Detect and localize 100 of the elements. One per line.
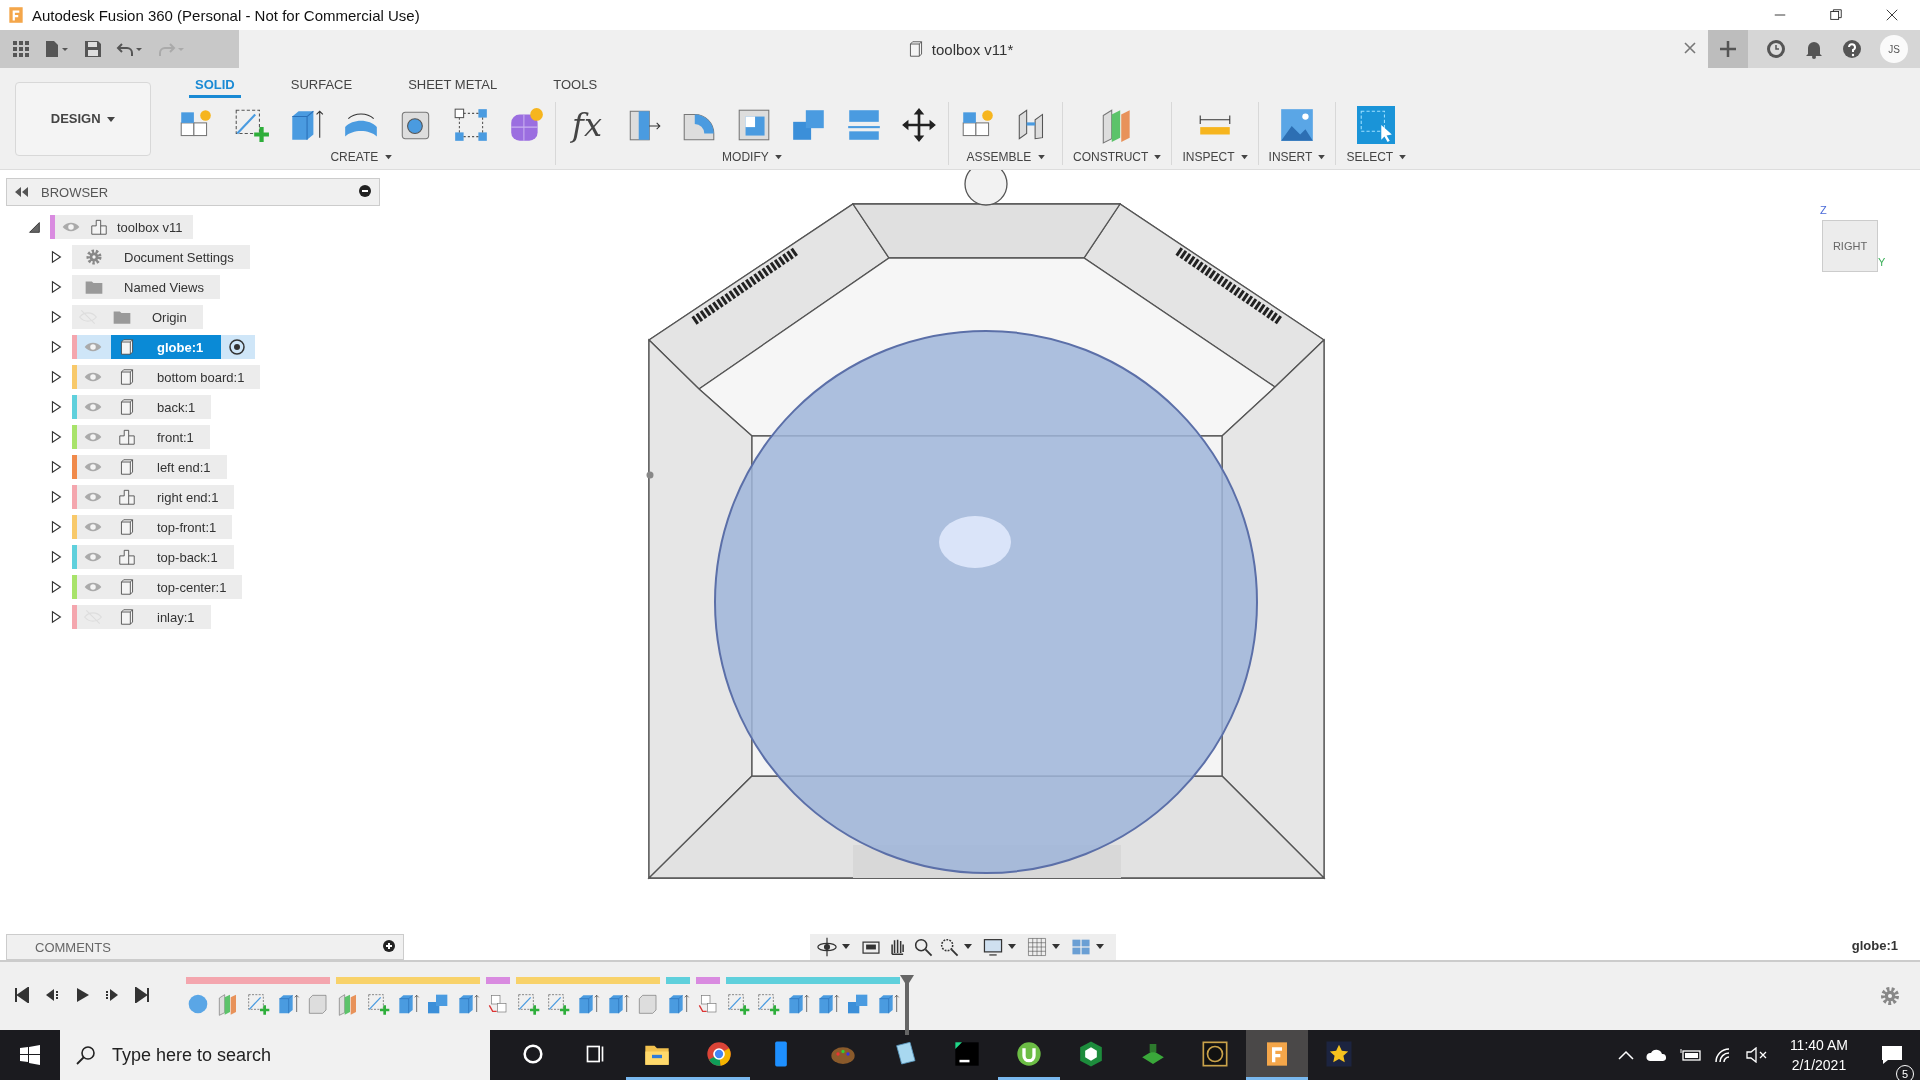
timeline-marker[interactable] (900, 974, 914, 1035)
caret-icon[interactable] (842, 944, 850, 950)
tree-item[interactable]: top-front:1 (77, 515, 233, 539)
bell-icon[interactable] (1804, 39, 1824, 59)
battery-icon[interactable] (1679, 1048, 1702, 1062)
selection-status: globe:1 (1851, 938, 1898, 953)
user-avatar[interactable]: JS (1880, 35, 1908, 63)
tree-label: top-front:1 (157, 519, 217, 535)
tree-label: Document Settings (124, 249, 234, 265)
new-tab-button[interactable] (1708, 30, 1748, 68)
tree-label: top-center:1 (157, 579, 227, 595)
component-icon (117, 427, 137, 447)
app-icon (6, 5, 26, 25)
sketch-plus-icon[interactable] (546, 991, 570, 1016)
caret-icon[interactable] (964, 944, 972, 950)
select-icon[interactable] (1357, 106, 1396, 144)
display-icon[interactable] (982, 936, 1004, 958)
chevron-up-icon[interactable] (1617, 1050, 1634, 1060)
tree-label: bottom board:1 (157, 369, 245, 385)
tree-item[interactable]: globe:1 (77, 335, 256, 359)
group-menu[interactable]: SELECT (1346, 150, 1407, 164)
tree-item[interactable]: inlay:1 (77, 605, 211, 629)
tree-label: top-back:1 (157, 549, 218, 565)
group-menu[interactable]: CREATE (330, 150, 392, 164)
tree-item[interactable]: right end:1 (77, 485, 235, 509)
sketch-plus-icon[interactable] (516, 991, 540, 1016)
add-icon[interactable] (383, 939, 395, 955)
caret-icon (1399, 155, 1407, 161)
settings-icon[interactable] (1878, 984, 1902, 1008)
activate-radio-icon[interactable] (229, 339, 246, 355)
tree-item[interactable]: front:1 (77, 425, 210, 449)
collapse-triangle-icon[interactable] (26, 219, 42, 235)
caret-icon[interactable] (1008, 944, 1016, 950)
group-menu[interactable]: CONSTRUCT (1073, 150, 1162, 164)
axis-label: Z (1820, 204, 1827, 216)
muted-speaker-icon[interactable] (1745, 1047, 1768, 1063)
move-arrows-icon[interactable] (900, 106, 938, 144)
sketch-plus-icon[interactable] (246, 991, 270, 1016)
tree-item[interactable]: toolbox v11 (55, 215, 193, 239)
ribbon-tab[interactable]: SURFACE (284, 74, 359, 98)
caret-icon[interactable] (1052, 944, 1060, 950)
file-icon[interactable] (44, 40, 70, 58)
browser-title: BROWSER (41, 184, 109, 200)
search-icon (76, 1045, 96, 1065)
caret-icon[interactable] (1096, 944, 1104, 950)
component-icon (117, 547, 137, 567)
minus-icon[interactable] (359, 184, 371, 200)
sketch-plus-icon[interactable] (756, 991, 780, 1016)
tree-item[interactable]: bottom board:1 (77, 365, 261, 389)
search-input[interactable]: Type here to search (110, 1043, 474, 1067)
zoom-icon[interactable] (912, 936, 934, 958)
fit-icon[interactable] (938, 936, 960, 958)
tree-item[interactable]: back:1 (77, 395, 212, 419)
help-icon[interactable] (1842, 39, 1862, 59)
sketch-plus-icon[interactable] (726, 991, 750, 1016)
plus-icon (1719, 40, 1737, 58)
caret-icon (774, 155, 782, 161)
caret-icon (1037, 155, 1045, 161)
tree-item[interactable]: Named Views (72, 275, 220, 299)
cube-face-label: RIGHT (1822, 220, 1878, 272)
skip-end-icon[interactable] (134, 986, 150, 1006)
ribbon-tab[interactable]: SHEET METAL (402, 74, 504, 98)
clock-icon[interactable] (1766, 39, 1786, 59)
orbit-icon[interactable] (816, 936, 838, 958)
gear-icon (84, 247, 104, 267)
clock-time[interactable]: 11:40 AM (1789, 1035, 1848, 1055)
tree-label: back:1 (157, 399, 196, 415)
tree-item[interactable]: left end:1 (77, 455, 227, 479)
notification-count: 5 (1896, 1065, 1914, 1080)
search-bar[interactable]: Type here to search (60, 1030, 490, 1080)
tree-label: globe:1 (157, 339, 204, 355)
workspace-dropdown[interactable]: DESIGN (15, 81, 151, 156)
ribbon-tab[interactable]: TOOLS (547, 74, 604, 98)
group-menu[interactable]: INSPECT (1182, 150, 1248, 164)
collapse-icon[interactable] (15, 184, 29, 200)
save-icon[interactable] (84, 40, 102, 58)
pattern-icon[interactable] (452, 106, 490, 144)
skip-start-icon[interactable] (14, 986, 30, 1006)
group-menu[interactable]: ASSEMBLE (966, 150, 1045, 164)
component-icon (89, 217, 109, 237)
undo-icon[interactable] (116, 40, 144, 58)
tree-item[interactable]: top-center:1 (77, 575, 243, 599)
caret-icon (1318, 155, 1326, 161)
axis-label: Y (1878, 256, 1886, 268)
document-title: toolbox v11* (931, 40, 1014, 58)
sketch-plus-icon[interactable] (366, 991, 390, 1016)
window-title: Autodesk Fusion 360 (Personal - Not for Commercial Use) (32, 6, 420, 24)
taskbar-app-icon[interactable] (1246, 1030, 1308, 1080)
restore-icon[interactable] (1829, 8, 1843, 22)
tree-item[interactable]: Document Settings (72, 245, 250, 269)
tree-item[interactable]: Origin (72, 305, 203, 329)
group-menu[interactable]: INSERT (1268, 150, 1326, 164)
document-tab[interactable]: toolbox v11* (239, 30, 1708, 68)
tree-item[interactable]: top-back:1 (77, 545, 234, 569)
close-icon[interactable] (1885, 8, 1899, 22)
apps-grid-icon[interactable] (12, 40, 30, 58)
clock-date[interactable]: 2/1/2021 (1791, 1055, 1847, 1075)
group-menu[interactable]: MODIFY (722, 150, 782, 164)
cloud-icon[interactable] (1645, 1048, 1668, 1062)
notification-icon[interactable] (1880, 1044, 1904, 1066)
